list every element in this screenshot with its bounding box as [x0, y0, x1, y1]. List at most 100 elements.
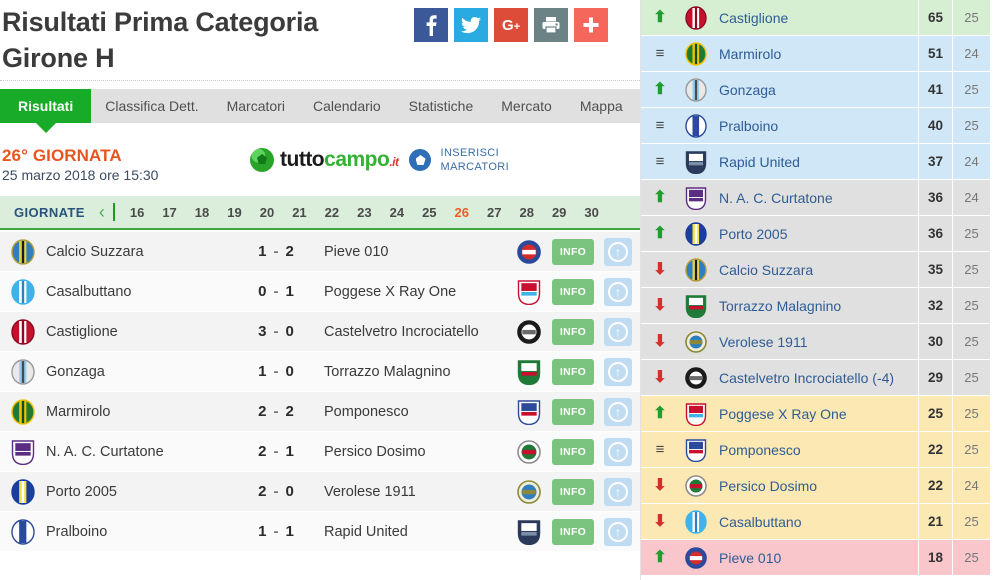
match-row[interactable]: Porto 2005 2-0 Verolese 1911 INFO ↑ — [0, 472, 640, 512]
giornata-24[interactable]: 24 — [381, 205, 413, 220]
standings-row[interactable]: ⬇ Casalbuttano 21 25 — [641, 504, 990, 540]
giornata-30[interactable]: 30 — [575, 205, 607, 220]
standings-team-name[interactable]: N. A. C. Curtatone — [713, 190, 918, 206]
standings-row[interactable]: ⬆ Poggese X Ray One 25 25 — [641, 396, 990, 432]
upload-report-button[interactable]: ↑ — [604, 357, 632, 386]
standings-row[interactable]: ≡ Marmirolo 51 24 — [641, 36, 990, 72]
match-row[interactable]: Casalbuttano 0-1 Poggese X Ray One INFO ↑ — [0, 272, 640, 312]
giornata-26[interactable]: 26 — [446, 205, 478, 220]
match-row[interactable]: N. A. C. Curtatone 2-1 Persico Dosimo INFO… — [0, 432, 640, 472]
trend-equal-icon: ≡ — [655, 117, 665, 134]
standings-row[interactable]: ≡ Pomponesco 22 25 — [641, 432, 990, 468]
print-button[interactable] — [534, 8, 569, 42]
standings-row[interactable]: ⬇ Torrazzo Malagnino 32 25 — [641, 288, 990, 324]
standings-points: 40 — [918, 108, 952, 143]
giornata-18[interactable]: 18 — [186, 205, 218, 220]
giornata-29[interactable]: 29 — [543, 205, 575, 220]
standings-team-name[interactable]: Verolese 1911 — [713, 334, 918, 350]
upload-report-button[interactable]: ↑ — [604, 317, 632, 346]
giornata-23[interactable]: 23 — [348, 205, 380, 220]
standings-team-name[interactable]: Poggese X Ray One — [713, 406, 918, 422]
tab-classifica-dett[interactable]: Classifica Dett. — [91, 89, 212, 123]
giornata-27[interactable]: 27 — [478, 205, 510, 220]
match-row[interactable]: Pralboino 1-1 Rapid United INFO ↑ — [0, 512, 640, 552]
match-row[interactable]: Gonzaga 1-0 Torrazzo Malagnino INFO ↑ — [0, 352, 640, 392]
standings-row[interactable]: ⬆ Gonzaga 41 25 — [641, 72, 990, 108]
standings-played: 25 — [952, 288, 990, 323]
away-score: 2 — [285, 403, 294, 420]
match-row[interactable]: Calcio Suzzara 1-2 Pieve 010 INFO ↑ — [0, 232, 640, 272]
match-info-button[interactable]: INFO — [552, 318, 594, 345]
chevron-left-icon[interactable]: ‹ — [99, 203, 105, 221]
standings-points: 35 — [918, 252, 952, 287]
standings-row[interactable]: ⬆ Castiglione 65 25 — [641, 0, 990, 36]
giornata-20[interactable]: 20 — [251, 205, 283, 220]
match-info-button[interactable]: INFO — [552, 358, 594, 385]
standings-row[interactable]: ⬆ Porto 2005 36 25 — [641, 216, 990, 252]
away-team-crest-icon — [506, 279, 552, 305]
match-row[interactable]: Castiglione 3-0 Castelvetro Incrociatello … — [0, 312, 640, 352]
page-title-line1: Risultati Prima Categoria — [2, 7, 319, 37]
match-row[interactable]: Marmirolo 2-2 Pomponesco INFO ↑ — [0, 392, 640, 432]
standings-team-name[interactable]: Castiglione — [713, 10, 918, 26]
standings-team-name[interactable]: Pomponesco — [713, 442, 918, 458]
tab-mercato[interactable]: Mercato — [487, 89, 566, 123]
standings-team-name[interactable]: Torrazzo Malagnino — [713, 298, 918, 314]
standings-row[interactable]: ⬇ Castelvetro Incrociatello (-4) 29 25 — [641, 360, 990, 396]
trend-cell: ≡ — [641, 118, 679, 133]
match-score: 3-0 — [236, 323, 316, 340]
tuttocampo-logo[interactable]: tuttocampo.it — [250, 148, 399, 172]
tab-calendario[interactable]: Calendario — [299, 89, 395, 123]
away-team-name: Pomponesco — [324, 403, 409, 420]
standings-team-name[interactable]: Gonzaga — [713, 82, 918, 98]
standings-team-name[interactable]: Castelvetro Incrociatello (-4) — [713, 370, 918, 386]
tuttocampo-wordmark: tuttocampo.it — [280, 148, 399, 172]
standings-row[interactable]: ≡ Pralboino 40 25 — [641, 108, 990, 144]
away-team-crest-icon — [506, 319, 552, 345]
tab-statistiche[interactable]: Statistiche — [395, 89, 488, 123]
standings-team-name[interactable]: Porto 2005 — [713, 226, 918, 242]
standings-team-name[interactable]: Marmirolo — [713, 46, 918, 62]
upload-report-button[interactable]: ↑ — [604, 517, 632, 546]
standings-row[interactable]: ⬆ N. A. C. Curtatone 36 24 — [641, 180, 990, 216]
standings-team-name[interactable]: Persico Dosimo — [713, 478, 918, 494]
match-info-button[interactable]: INFO — [552, 278, 594, 305]
tab-mappa[interactable]: Mappa — [566, 89, 637, 123]
twitter-share-button[interactable] — [454, 8, 489, 42]
standings-row[interactable]: ⬇ Verolese 1911 30 25 — [641, 324, 990, 360]
tab-risultati[interactable]: Risultati — [0, 89, 92, 133]
upload-report-button[interactable]: ↑ — [604, 397, 632, 426]
standings-team-name[interactable]: Rapid United — [713, 154, 918, 170]
match-info-button[interactable]: INFO — [552, 438, 594, 465]
standings-row[interactable]: ⬇ Calcio Suzzara 35 25 — [641, 252, 990, 288]
giornata-22[interactable]: 22 — [316, 205, 348, 220]
upload-report-button[interactable]: ↑ — [604, 277, 632, 306]
giornata-25[interactable]: 25 — [413, 205, 445, 220]
standings-row[interactable]: ≡ Rapid United 37 24 — [641, 144, 990, 180]
giornata-19[interactable]: 19 — [218, 205, 250, 220]
giornata-17[interactable]: 17 — [153, 205, 185, 220]
giornata-28[interactable]: 28 — [510, 205, 542, 220]
standings-team-name[interactable]: Calcio Suzzara — [713, 262, 918, 278]
facebook-share-button[interactable] — [414, 8, 449, 42]
upload-report-button[interactable]: ↑ — [604, 437, 632, 466]
away-team-crest-icon — [506, 519, 552, 545]
giornata-16[interactable]: 16 — [121, 205, 153, 220]
match-info-button[interactable]: INFO — [552, 398, 594, 425]
tab-marcatori[interactable]: Marcatori — [213, 89, 299, 123]
upload-report-button[interactable]: ↑ — [604, 237, 632, 266]
match-info-button[interactable]: INFO — [552, 478, 594, 505]
more-share-button[interactable] — [574, 8, 609, 42]
match-info-button[interactable]: INFO — [552, 238, 594, 265]
google-plus-share-button[interactable]: G+ — [494, 8, 529, 42]
upload-report-button[interactable]: ↑ — [604, 477, 632, 506]
giornata-21[interactable]: 21 — [283, 205, 315, 220]
match-info-button[interactable]: INFO — [552, 518, 594, 545]
inserisci-marcatori-link[interactable]: INSERISCI MARCATORI — [441, 146, 510, 174]
match-score: 0-1 — [236, 283, 316, 300]
standings-team-name[interactable]: Pieve 010 — [713, 550, 918, 566]
standings-team-name[interactable]: Pralboino — [713, 118, 918, 134]
standings-row[interactable]: ⬆ Pieve 010 18 25 — [641, 540, 990, 576]
standings-row[interactable]: ⬇ Persico Dosimo 22 24 — [641, 468, 990, 504]
standings-team-name[interactable]: Casalbuttano — [713, 514, 918, 530]
